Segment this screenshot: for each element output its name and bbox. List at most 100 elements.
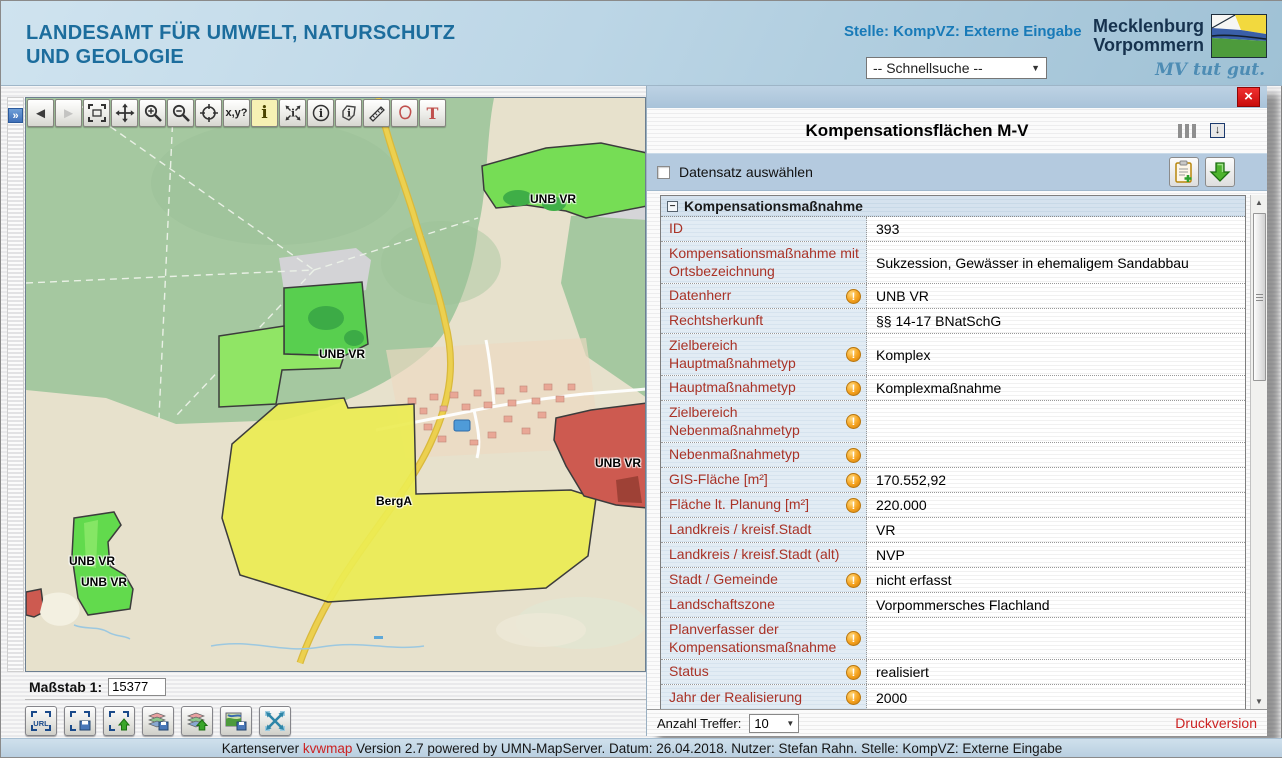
field-value: UNB VR — [867, 284, 1245, 308]
hits-label: Anzahl Treffer: — [657, 716, 741, 731]
map-image-save-button[interactable] — [220, 706, 252, 736]
warning-icon[interactable]: ! — [846, 573, 861, 588]
hits-count-select[interactable]: 10 ▼ — [749, 714, 799, 733]
field-label-cell: Landkreis / kreisf.Stadt — [661, 518, 867, 542]
footer-suffix: Version 2.7 powered by UMN-MapServer. Da… — [352, 741, 1062, 756]
warning-icon[interactable]: ! — [846, 665, 861, 680]
info-circle-button[interactable]: i — [307, 99, 334, 127]
field-label: Nebenmaßnahmetyp — [669, 446, 842, 464]
logo-line1: Mecklenburg — [1093, 17, 1204, 36]
extent-url-button[interactable]: URL — [25, 706, 57, 736]
back-arrow-icon: ◄ — [33, 105, 48, 122]
application-window: LANDESAMT FÜR UMWELT, NATURSCHUTZ UND GE… — [0, 0, 1282, 758]
copy-dataset-button[interactable] — [1169, 157, 1199, 187]
info-polygon-icon: i — [339, 103, 359, 123]
map-resize-button[interactable] — [259, 706, 291, 736]
extent-save-icon — [68, 709, 92, 733]
attributes-table: − Kompensationsmaßnahme ID393Kompensatio… — [660, 195, 1246, 709]
layers-load-icon — [185, 709, 209, 733]
field-label: Jahr der Realisierung — [669, 689, 842, 707]
extent-save-button[interactable] — [64, 706, 96, 736]
layers-save-button[interactable] — [142, 706, 174, 736]
map-canvas[interactable]: UNB VRUNB VRBergAUNB VRUNB VRUNB VR — [25, 97, 646, 672]
info-extent-button[interactable]: i — [279, 99, 306, 127]
coords-query-button[interactable]: x,y? — [223, 99, 250, 127]
full-extent-icon — [87, 103, 107, 123]
panel-scrollbar[interactable]: ▲ ▼ — [1250, 195, 1267, 709]
field-value — [867, 618, 1245, 659]
field-value: nicht erfasst — [867, 568, 1245, 592]
scroll-up-icon[interactable]: ▲ — [1255, 195, 1263, 210]
dataset-select-checkbox[interactable] — [657, 166, 670, 179]
polygon-draw-button[interactable] — [391, 99, 418, 127]
info-query-button[interactable]: i — [251, 99, 278, 127]
full-extent-button[interactable] — [83, 99, 110, 127]
measure-button[interactable] — [363, 99, 390, 127]
app-header: LANDESAMT FÜR UMWELT, NATURSCHUTZ UND GE… — [1, 1, 1282, 86]
collapse-panel-icon[interactable]: ↓ — [1210, 123, 1225, 138]
status-footer: Kartenserver kvwmap Version 2.7 powered … — [1, 738, 1282, 757]
sidebar-expand-button[interactable]: » — [8, 108, 23, 123]
quick-search-value: -- Schnellsuche -- — [873, 60, 983, 76]
section-title: Kompensationsmaßnahme — [684, 198, 863, 214]
pan-button[interactable] — [111, 99, 138, 127]
field-label-cell: Rechtsherkunft — [661, 309, 867, 333]
field-value: 170.552,92 — [867, 468, 1245, 492]
field-value: 220.000 — [867, 493, 1245, 517]
warning-icon[interactable]: ! — [846, 289, 861, 304]
export-download-button[interactable] — [1205, 157, 1235, 187]
field-label: Landkreis / kreisf.Stadt (alt) — [669, 546, 861, 564]
form-row: Nebenmaßnahmetyp! — [661, 443, 1245, 468]
quick-search-select[interactable]: -- Schnellsuche -- ▼ — [866, 57, 1047, 79]
section-header: − Kompensationsmaßnahme — [661, 196, 1245, 217]
footer-brand[interactable]: kvwmap — [303, 741, 353, 756]
warning-icon[interactable]: ! — [846, 631, 861, 646]
extent-load-icon — [107, 709, 131, 733]
zoom-in-button[interactable] — [139, 99, 166, 127]
field-value: Komplexmaßnahme — [867, 376, 1245, 400]
scale-bar: Maßstab 1: — [25, 674, 646, 700]
warning-icon[interactable]: ! — [846, 414, 861, 429]
pan-icon — [115, 103, 135, 123]
scale-input[interactable] — [108, 678, 166, 696]
clipboard-add-icon — [1173, 160, 1195, 184]
columns-icon[interactable] — [1178, 124, 1196, 138]
form-row: Zielbereich Nebenmaßnahmetyp! — [661, 401, 1245, 443]
field-label: Planverfasser der Kompensationsmaßnahme — [669, 621, 842, 656]
field-value: Vorpommersches Flachland — [867, 593, 1245, 617]
history-back-button[interactable]: ◄ — [27, 99, 54, 127]
zoom-out-button[interactable] — [167, 99, 194, 127]
form-row: Kompensationsmaßnahme mit Ortsbezeichnun… — [661, 242, 1245, 284]
form-row: LandschaftszoneVorpommersches Flachland — [661, 593, 1245, 618]
form-row: Planverfasser der Kompensationsmaßnahme! — [661, 618, 1245, 660]
close-icon[interactable]: × — [1237, 87, 1260, 107]
field-label: GIS-Fläche [m²] — [669, 471, 842, 489]
field-label-cell: Kompensationsmaßnahme mit Ortsbezeichnun… — [661, 242, 867, 283]
form-row: ID393 — [661, 217, 1245, 242]
text-annotation-button[interactable]: T — [419, 99, 446, 127]
field-label: Status — [669, 663, 842, 681]
warning-icon[interactable]: ! — [846, 690, 861, 705]
warning-icon[interactable]: ! — [846, 473, 861, 488]
panel-header: Kompensationsflächen M-V ↓ — [647, 108, 1267, 153]
scrollbar-thumb[interactable] — [1253, 213, 1266, 381]
warning-icon[interactable]: ! — [846, 498, 861, 513]
scroll-down-icon[interactable]: ▼ — [1255, 694, 1263, 709]
layers-load-button[interactable] — [181, 706, 213, 736]
map-resize-icon — [263, 709, 287, 733]
history-forward-button[interactable]: ► — [55, 99, 82, 127]
field-label-cell: Stadt / Gemeinde! — [661, 568, 867, 592]
panel-topbar[interactable]: × — [647, 86, 1267, 108]
extent-load-button[interactable] — [103, 706, 135, 736]
info-polygon-button[interactable]: i — [335, 99, 362, 127]
warning-icon[interactable]: ! — [846, 347, 861, 362]
field-label: Zielbereich Hauptmaßnahmetyp — [669, 337, 842, 372]
center-map-button[interactable] — [195, 99, 222, 127]
field-label-cell: Status! — [661, 660, 867, 684]
collapse-section-icon[interactable]: − — [667, 201, 678, 212]
warning-icon[interactable]: ! — [846, 448, 861, 463]
warning-icon[interactable]: ! — [846, 381, 861, 396]
field-label-cell: Fläche lt. Planung [m²]! — [661, 493, 867, 517]
text-tool-icon: T — [427, 104, 439, 123]
print-version-link[interactable]: Druckversion — [1175, 715, 1257, 731]
